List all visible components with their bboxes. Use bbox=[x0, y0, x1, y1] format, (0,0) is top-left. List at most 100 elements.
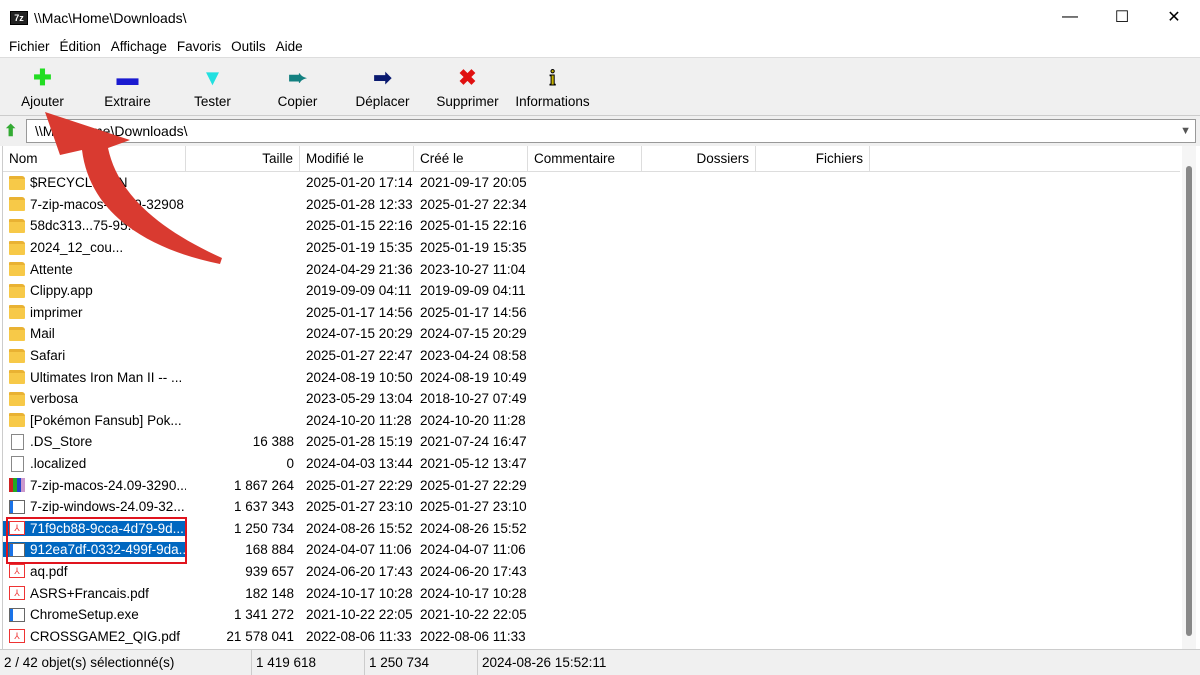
file-name-cell: ChromeSetup.exe bbox=[3, 607, 186, 622]
menu-5[interactable]: Aide bbox=[271, 39, 308, 54]
folder-up-icon[interactable]: ⬆ bbox=[4, 121, 26, 141]
column-header-1[interactable]: Taille bbox=[186, 146, 300, 171]
column-header-6[interactable]: Fichiers bbox=[756, 146, 870, 171]
file-modified: 2024-08-26 15:52 bbox=[306, 520, 413, 536]
file-modified: 2019-09-09 04:11 bbox=[306, 283, 412, 299]
file-row[interactable]: Safari 2025-01-27 22:47 2023-04-24 08:58 bbox=[3, 345, 1180, 367]
file-created: 2024-04-07 11:06 bbox=[420, 542, 526, 558]
chevron-down-icon[interactable]: ▼ bbox=[1180, 125, 1191, 137]
file-created: 2025-01-27 22:29 bbox=[420, 477, 527, 493]
file-created: 2021-09-17 20:05 bbox=[420, 175, 527, 191]
file-name-cell: imprimer bbox=[3, 305, 186, 320]
file-modified: 2025-01-19 15:35 bbox=[306, 240, 413, 256]
status-bar: 2 / 42 objet(s) sélectionné(s) 1 419 618… bbox=[0, 649, 1200, 675]
folder-icon bbox=[9, 283, 25, 298]
file-created: 2021-07-24 16:47 bbox=[420, 434, 527, 450]
file-row[interactable]: [Pokémon Fansub] Pok... 2024-10-20 11:28 2… bbox=[3, 410, 1180, 432]
file-row[interactable]: 7-zip-windows-24.09-32... 1 637 343 2025-0… bbox=[3, 496, 1180, 518]
address-input[interactable]: \\Mac\Home\Downloads\ ▼ bbox=[26, 119, 1196, 143]
file-row[interactable]: imprimer 2025-01-17 14:56 2025-01-17 14:56 bbox=[3, 302, 1180, 324]
file-row[interactable]: verbosa 2023-05-29 13:04 2018-10-27 07:49 bbox=[3, 388, 1180, 410]
file-created: 2025-01-27 22:34 bbox=[420, 196, 527, 212]
file-row[interactable]: Ultimates Iron Man II -- ... 2024-08-19 1… bbox=[3, 366, 1180, 388]
file-created: 2018-10-27 07:49 bbox=[420, 391, 527, 407]
folder-icon bbox=[9, 262, 25, 277]
file-modified: 2024-08-19 10:50 bbox=[306, 369, 413, 385]
menu-0[interactable]: Fichier bbox=[4, 39, 55, 54]
file-size: 0 bbox=[286, 456, 294, 472]
file-name-cell: .DS_Store bbox=[3, 433, 186, 450]
close-button[interactable]: ✕ bbox=[1148, 0, 1200, 34]
column-header-0[interactable]: Nom bbox=[3, 146, 186, 171]
file-row[interactable]: $RECYCLE.BIN 2025-01-20 17:14 2021-09-17 2… bbox=[3, 172, 1180, 194]
status-focused-size: 1 250 734 bbox=[365, 650, 478, 675]
file-name-cell: $RECYCLE.BIN bbox=[3, 175, 186, 190]
file-created: 2023-04-24 08:58 bbox=[420, 348, 527, 364]
file-name: [Pokémon Fansub] Pok... bbox=[30, 412, 182, 428]
file-name-cell: 2024_12_cou... bbox=[3, 240, 186, 255]
file-name-cell: Clippy.app bbox=[3, 283, 186, 298]
file-row[interactable]: .localized 0 2024-04-03 13:44 2021-05-12 13… bbox=[3, 453, 1180, 475]
file-row[interactable]: Clippy.app 2019-09-09 04:11 2019-09-09 04:… bbox=[3, 280, 1180, 302]
pdf-icon: ⅄ bbox=[9, 564, 25, 579]
file-row[interactable]: 58dc313...75-95... 2025-01-15 22:16 2025-0… bbox=[3, 215, 1180, 237]
file-name-cell: Ultimates Iron Man II -- ... bbox=[3, 370, 186, 385]
extraire-button[interactable]: ▬ Extraire bbox=[85, 58, 170, 115]
column-header-2[interactable]: Modifié le bbox=[300, 146, 414, 171]
toolbar: ✚ Ajouter ▬ Extraire ▼ Tester ➨ Copier ➡ Déplacer… bbox=[0, 58, 1200, 116]
déplacer-button[interactable]: ➡ Déplacer bbox=[340, 58, 425, 115]
file-created: 2025-01-17 14:56 bbox=[420, 304, 527, 320]
toolbar-label: Supprimer bbox=[436, 93, 499, 109]
file-row[interactable]: ⅄ CROSSGAME2_QIG.pdf 21 578 041 2022-08-06 … bbox=[3, 625, 1180, 647]
file-name: Clippy.app bbox=[30, 283, 93, 299]
scrollbar-thumb[interactable] bbox=[1186, 166, 1192, 636]
plus-icon: ✚ bbox=[33, 64, 52, 90]
address-bar: ⬆ \\Mac\Home\Downloads\ ▼ bbox=[0, 116, 1200, 146]
file-name-cell: 7-zip-macos-24.09-3290... bbox=[3, 478, 186, 493]
file-row[interactable]: 7-zip-macos-24.09-3290... 1 867 264 2025-0… bbox=[3, 474, 1180, 496]
menu-3[interactable]: Favoris bbox=[172, 39, 226, 54]
column-header-3[interactable]: Créé le bbox=[414, 146, 528, 171]
file-row[interactable]: ⅄ ASRS+Francais.pdf 182 148 2024-10-17 10:2… bbox=[3, 582, 1180, 604]
file-size: 1 250 734 bbox=[233, 520, 294, 536]
file-size: 1 637 343 bbox=[233, 499, 294, 515]
file-row[interactable]: 7-zip-macos-24.09-32908 2025-01-28 12:33 2… bbox=[3, 194, 1180, 216]
file-row[interactable]: .DS_Store 16 388 2025-01-28 15:19 2021-07-2… bbox=[3, 431, 1180, 453]
menu-4[interactable]: Outils bbox=[226, 39, 271, 54]
copier-button[interactable]: ➨ Copier bbox=[255, 58, 340, 115]
folder-icon bbox=[9, 348, 25, 363]
file-modified: 2025-01-28 15:19 bbox=[306, 434, 413, 450]
file-created: 2024-06-20 17:43 bbox=[420, 563, 527, 579]
file-name: ChromeSetup.exe bbox=[30, 607, 139, 623]
ajouter-button[interactable]: ✚ Ajouter bbox=[0, 58, 85, 115]
column-header-4[interactable]: Commentaire bbox=[528, 146, 642, 171]
delete-icon: ✖ bbox=[458, 64, 477, 90]
file-created: 2024-08-26 15:52 bbox=[420, 520, 527, 536]
file-size: 168 884 bbox=[245, 542, 294, 558]
vertical-scrollbar[interactable] bbox=[1182, 146, 1196, 649]
toolbar-label: Informations bbox=[515, 93, 590, 109]
file-modified: 2024-07-15 20:29 bbox=[306, 326, 413, 342]
file-row[interactable]: ChromeSetup.exe 1 341 272 2021-10-22 22:05… bbox=[3, 604, 1180, 626]
file-name: Attente bbox=[30, 261, 73, 277]
toolbar-label: Copier bbox=[277, 93, 318, 109]
file-row[interactable]: Mail 2024-07-15 20:29 2024-07-15 20:29 bbox=[3, 323, 1180, 345]
tester-button[interactable]: ▼ Tester bbox=[170, 58, 255, 115]
file-name: ASRS+Francais.pdf bbox=[30, 585, 149, 601]
file-name: .DS_Store bbox=[30, 434, 93, 450]
menu-1[interactable]: Édition bbox=[55, 39, 106, 54]
maximize-button[interactable]: ☐ bbox=[1096, 0, 1148, 34]
minimize-button[interactable]: — bbox=[1044, 0, 1096, 34]
supprimer-button[interactable]: ✖ Supprimer bbox=[425, 58, 510, 115]
file-modified: 2024-10-20 11:28 bbox=[306, 412, 412, 428]
folder-icon bbox=[9, 240, 25, 255]
file-list: Nom Taille Modifié le Créé le Commentaire Dos… bbox=[2, 146, 1180, 649]
file-row[interactable]: 2024_12_cou... 2025-01-19 15:35 2025-01-19… bbox=[3, 237, 1180, 259]
file-name: 7-zip-windows-24.09-32... bbox=[30, 499, 185, 515]
menu-bar: Fichier Édition Affichage Favoris Outils Aide bbox=[0, 36, 1200, 58]
folder-icon bbox=[9, 391, 25, 406]
informations-button[interactable]: i Informations bbox=[510, 58, 595, 115]
column-header-5[interactable]: Dossiers bbox=[642, 146, 756, 171]
menu-2[interactable]: Affichage bbox=[106, 39, 172, 54]
file-row[interactable]: Attente 2024-04-29 21:36 2023-10-27 11:04 bbox=[3, 258, 1180, 280]
